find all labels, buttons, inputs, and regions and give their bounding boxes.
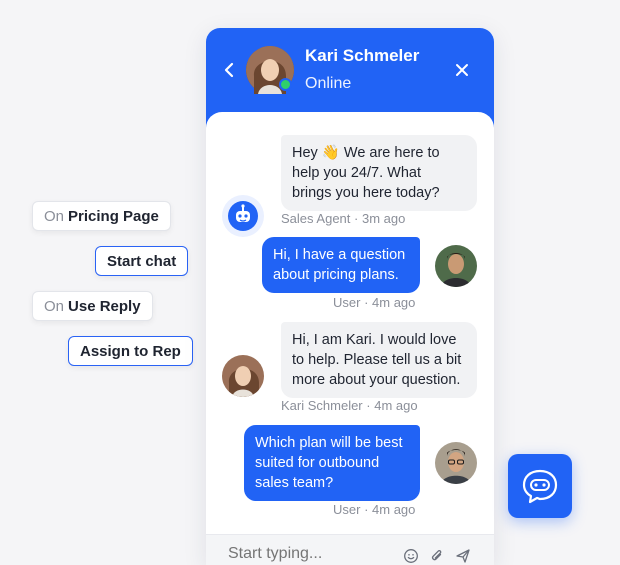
message-line: Hi, I have a question <box>273 247 406 263</box>
chevron-left-icon[interactable] <box>220 60 238 80</box>
message-line: suited for outbound <box>255 455 380 471</box>
message-line: about pricing plans. <box>273 267 399 283</box>
agent-avatar-small <box>222 355 264 397</box>
message-time: 4m ago <box>374 398 418 413</box>
message-sender: User <box>333 502 361 517</box>
message-list: Hey 👋 We are here to help you 24/7. What… <box>206 112 494 542</box>
action-start-chat[interactable]: Start chat <box>95 246 189 276</box>
close-icon[interactable] <box>453 61 471 79</box>
emoji-icon[interactable] <box>403 548 419 564</box>
chat-launcher-button[interactable] <box>508 454 572 518</box>
action-assign-to-rep[interactable]: Assign to Rep <box>68 336 193 366</box>
message-line: Which plan will be best <box>255 435 403 451</box>
action-label: Assign to Rep <box>80 342 181 360</box>
message-bubble-outgoing: Hi, I have a question about pricing plan… <box>262 237 420 293</box>
meta-separator: · <box>364 295 373 310</box>
message-bubble-incoming: Hey 👋 We are here to help you 24/7. What… <box>281 135 477 211</box>
trigger-label: Use Reply <box>68 297 141 315</box>
user-avatar <box>435 442 477 484</box>
message-sender: Sales Agent <box>281 211 351 226</box>
message-sender: User <box>333 295 361 310</box>
user-portrait-icon <box>435 245 477 287</box>
send-icon[interactable] <box>455 548 471 564</box>
message-line: Hi, I am Kari. I would love <box>292 332 457 348</box>
message-meta: User · 4m ago <box>333 502 415 517</box>
agent-name: Kari Schmeler <box>305 46 420 65</box>
message-meta: Sales Agent · 3m ago <box>281 211 405 226</box>
message-time: 3m ago <box>361 211 406 226</box>
agent-portrait-icon <box>222 355 264 397</box>
message-sender: Kari Schmeler <box>281 398 363 413</box>
message-meta: Kari Schmeler · 4m ago <box>281 398 418 413</box>
chat-bot-icon <box>522 469 558 504</box>
message-line: help you 24/7. What <box>292 165 421 181</box>
message-meta: User · 4m ago <box>333 295 415 310</box>
robot-icon <box>228 201 258 231</box>
message-line: Hey 👋 We are here to <box>292 145 440 161</box>
trigger-prefix: On <box>44 207 65 225</box>
message-bubble-incoming: Hi, I am Kari. I would love to help. Ple… <box>281 322 477 398</box>
message-time: 4m ago <box>372 502 416 517</box>
message-line: more about your question. <box>292 372 461 388</box>
message-line: to help. Please tell us a bit <box>292 352 462 368</box>
trigger-label: Pricing Page <box>68 207 159 225</box>
user-avatar <box>435 245 477 287</box>
trigger-prefix: On <box>44 297 65 315</box>
trigger-on-use-reply[interactable]: On Use Reply <box>32 291 153 321</box>
message-line: brings you here today? <box>292 185 440 201</box>
action-label: Start chat <box>107 252 177 270</box>
chat-window: Kari Schmeler Online Hey 👋 We are here t… <box>206 28 494 565</box>
message-time: 4m ago <box>372 295 416 310</box>
meta-separator: · <box>354 211 362 226</box>
message-line: sales team? <box>255 475 334 491</box>
message-bubble-outgoing: Which plan will be best suited for outbo… <box>244 425 420 501</box>
user-portrait-icon <box>435 442 477 484</box>
message-composer <box>206 534 494 565</box>
bot-avatar <box>222 195 264 237</box>
online-status-dot <box>279 78 292 91</box>
agent-status: Online <box>305 75 352 92</box>
meta-separator: · <box>364 502 373 517</box>
attachment-icon[interactable] <box>429 548 445 564</box>
trigger-on-pricing-page[interactable]: On Pricing Page <box>32 201 171 231</box>
message-input[interactable] <box>228 545 388 563</box>
